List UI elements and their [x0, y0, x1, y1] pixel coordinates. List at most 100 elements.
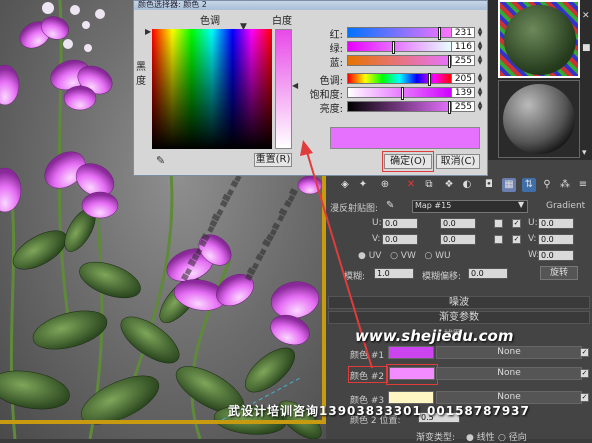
slider-track[interactable]	[347, 41, 452, 54]
options-icon[interactable]: ⁂	[558, 178, 572, 192]
go-sibling-icon[interactable]: ⚲	[540, 178, 554, 192]
put-to-scene-icon[interactable]: ✦	[356, 178, 370, 192]
slider-value-field[interactable]: 231	[451, 27, 475, 38]
blur-offset-field[interactable]: 0.0	[468, 268, 508, 279]
slider-value-field[interactable]: 255	[451, 101, 475, 112]
hue-label: 色调	[200, 16, 220, 27]
v-angle-label: V:	[528, 234, 537, 244]
spinner-icon[interactable]: ▲ ▼	[476, 41, 484, 52]
spinner-icon[interactable]: ▲ ▼	[476, 73, 484, 84]
dialog-titlebar[interactable]: 颜色选择器: 颜色 2	[134, 0, 487, 10]
map-name-field[interactable]: Map #15	[412, 200, 528, 213]
map-row: 漫反射贴图: ✎ Map #15 ▼ Gradient	[328, 200, 590, 214]
rotate-button[interactable]: 旋转	[540, 266, 578, 280]
slider-thumb[interactable]	[438, 27, 442, 40]
radio-vw[interactable]: ○ VW	[390, 251, 416, 261]
slider-track[interactable]	[347, 27, 452, 40]
map-label: 漫反射贴图:	[330, 204, 379, 214]
go-parent-icon[interactable]: ⇅	[522, 178, 536, 192]
eyedropper-icon[interactable]: ✎	[156, 154, 165, 167]
blur-field[interactable]: 1.0	[374, 268, 414, 279]
spectrum-left-arrow-icon: ▶	[145, 27, 152, 36]
radio-uv[interactable]: ● UV	[358, 251, 381, 261]
slider-row: 饱和度: 139 ▲ ▼	[294, 87, 489, 102]
scroll-down-icon[interactable]: ▾	[582, 149, 591, 158]
radio-wu[interactable]: ○ WU	[424, 251, 450, 261]
u-angle-label: U:	[528, 218, 538, 228]
blur-offset-label: 模糊偏移:	[422, 272, 462, 282]
gradient-type-radial-radio[interactable]: ○ 径向	[498, 430, 527, 443]
slot-icon[interactable]: ■	[582, 44, 591, 53]
v-tiling-field[interactable]: 0.0	[440, 234, 476, 245]
spinner-icon[interactable]: ▲ ▼	[476, 55, 484, 66]
assign-material-icon[interactable]: ⊕	[378, 178, 392, 192]
v-tile-checkbox[interactable]: ✓	[512, 235, 521, 244]
slider-row: 色调: 205 ▲ ▼	[294, 73, 489, 88]
material-slot-active[interactable]	[498, 0, 580, 78]
w-angle-field[interactable]: 0.0	[538, 250, 574, 261]
reset-button[interactable]: 重置(R)	[254, 153, 292, 167]
cancel-button[interactable]: 取消(C)	[436, 154, 480, 169]
delete-icon[interactable]: ✕	[404, 178, 418, 192]
copy-material-icon[interactable]: ⧉	[422, 178, 436, 192]
slider-value-field[interactable]: 116	[451, 41, 475, 52]
gradient-type-label: 渐变类型:	[416, 433, 456, 443]
close-icon[interactable]: ✕	[582, 12, 591, 21]
spinner-icon[interactable]: ▲ ▼	[476, 87, 484, 98]
slider-row: 蓝: 255 ▲ ▼	[294, 55, 489, 70]
color2-map-button[interactable]: None	[436, 367, 582, 380]
slider-label: 蓝:	[329, 58, 343, 69]
slider-track[interactable]	[347, 55, 452, 68]
ok-button[interactable]: 确定(O)	[384, 154, 432, 169]
new-color-swatch	[330, 127, 480, 149]
get-material-icon[interactable]: ◈	[338, 178, 352, 192]
v-mirror-checkbox[interactable]	[494, 235, 503, 244]
noise-rollout[interactable]: 噪波	[328, 296, 590, 309]
color1-map-checkbox[interactable]: ✓	[580, 348, 589, 357]
slider-value-field[interactable]: 205	[451, 73, 475, 84]
slider-thumb[interactable]	[427, 73, 431, 86]
u-offset-field[interactable]: 0.0	[382, 218, 418, 229]
show-map-icon[interactable]: ◘	[482, 178, 496, 192]
side-toolbar: ✕ ■ ▾	[582, 4, 591, 158]
more-icon[interactable]: ≡	[576, 178, 590, 192]
gradient-type-linear-radio[interactable]: ● 线性	[466, 430, 495, 443]
color1-map-button[interactable]: None	[436, 346, 582, 359]
spinner-icon[interactable]: ▲ ▼	[476, 27, 484, 38]
whiteness-bar[interactable]	[275, 29, 292, 149]
gradient-params-rollout-label: 渐变参数	[439, 312, 479, 323]
slider-track[interactable]	[347, 101, 452, 114]
color3-map-checkbox[interactable]: ✓	[580, 393, 589, 402]
slider-value-field[interactable]: 139	[451, 87, 475, 98]
unique-icon[interactable]: ❖	[442, 178, 456, 192]
spinner-icon[interactable]: ▲ ▼	[476, 101, 484, 112]
material-id-icon[interactable]: ◐	[460, 178, 474, 192]
color2-map-checkbox[interactable]: ✓	[580, 369, 589, 378]
u-tile-checkbox[interactable]: ✓	[512, 219, 521, 228]
color1-swatch[interactable]	[388, 346, 434, 359]
u-mirror-checkbox[interactable]	[494, 219, 503, 228]
slider-value-field[interactable]: 255	[451, 55, 475, 66]
color2-swatch[interactable]	[389, 367, 435, 380]
material-sphere	[504, 5, 576, 75]
slider-track[interactable]	[347, 73, 452, 86]
slider-row: 绿: 116 ▲ ▼	[294, 41, 489, 56]
gradient-params-rollout[interactable]: 渐变参数	[328, 311, 590, 324]
slider-track[interactable]	[347, 87, 452, 100]
color2-label: 颜色 #2	[350, 372, 385, 382]
u-angle-field[interactable]: 0.0	[538, 218, 574, 229]
u-tiling-field[interactable]: 0.0	[440, 218, 476, 229]
show-end-result-icon[interactable]: ▦	[502, 178, 516, 192]
slider-row: 亮度: 255 ▲ ▼	[294, 101, 489, 116]
eyedropper-icon[interactable]: ✎	[386, 200, 394, 211]
slider-thumb[interactable]	[391, 41, 395, 54]
hue-spectrum[interactable]	[152, 29, 272, 149]
material-slots: ✕ ■ ▾	[486, 0, 592, 160]
slider-thumb[interactable]	[401, 87, 405, 100]
material-slot[interactable]	[498, 80, 580, 158]
v-angle-field[interactable]: 0.0	[538, 234, 574, 245]
v-offset-field[interactable]: 0.0	[382, 234, 418, 245]
v-label: V:	[372, 234, 381, 244]
dropdown-arrow-icon[interactable]: ▼	[518, 200, 524, 209]
noise-rollout-label: 噪波	[449, 297, 469, 308]
